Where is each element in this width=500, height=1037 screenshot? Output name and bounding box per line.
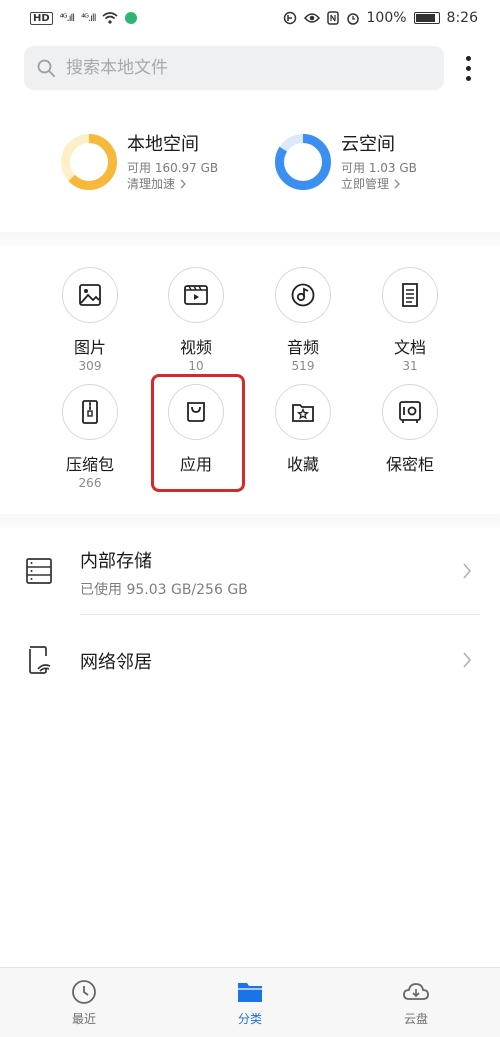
local-storage-available: 可用 160.97 GB — [127, 161, 219, 175]
dot-icon — [465, 75, 471, 81]
tab-label: 云盘 — [403, 1012, 428, 1026]
search-icon — [37, 59, 55, 77]
cloud-storage-available: 可用 1.03 GB — [341, 161, 417, 175]
chevron-right-icon — [463, 652, 472, 668]
video-icon — [184, 285, 208, 305]
cloud-storage-card[interactable]: 云空间 可用 1.03 GB 立即管理 — [274, 132, 417, 192]
category-count: 519 — [291, 359, 315, 373]
signal-icon-2: ⁴ᴳ.ıll — [81, 12, 96, 24]
image-icon — [79, 284, 101, 306]
category-videos[interactable]: 视频 10 — [151, 267, 241, 374]
category-label: 图片 — [73, 338, 106, 357]
archive-icon — [82, 400, 98, 424]
audio-icon — [291, 283, 315, 307]
chevron-right-icon — [180, 179, 186, 189]
cloud-icon — [403, 983, 429, 1000]
more-options-button[interactable] — [458, 50, 478, 86]
local-storage-ring — [61, 134, 117, 190]
category-audio[interactable]: 音频 519 — [258, 267, 348, 374]
wifi-icon — [102, 12, 119, 24]
internal-storage-icon — [26, 558, 52, 584]
network-neighbor-title: 网络邻居 — [80, 652, 152, 673]
list-divider — [80, 614, 480, 615]
category-label: 保密柜 — [385, 455, 434, 474]
status-right: 100% 8:26 — [283, 10, 478, 26]
category-label: 收藏 — [286, 455, 319, 474]
alarm-icon — [346, 13, 359, 25]
battery-icon — [413, 12, 440, 24]
category-count: 31 — [402, 359, 418, 373]
category-grid: 图片 309 视频 10 音频 519 文档 31 压缩包 266 应用 收藏 … — [0, 262, 500, 502]
category-images[interactable]: 图片 309 — [45, 267, 135, 374]
local-storage-title: 本地空间 — [127, 134, 199, 155]
category-count: 10 — [188, 359, 204, 373]
category-icon-circle — [62, 267, 118, 323]
nfc-icon — [326, 11, 339, 25]
internal-storage-usage: 已使用 95.03 GB/256 GB — [80, 582, 248, 598]
network-neighbor-icon — [29, 646, 51, 674]
category-icon-circle — [62, 384, 118, 440]
sync-icon — [283, 11, 296, 25]
clock-time: 8:26 — [446, 10, 478, 26]
category-label: 视频 — [179, 338, 212, 357]
internal-storage-row[interactable]: 内部存储 已使用 95.03 GB/256 GB — [0, 535, 500, 615]
safe-icon — [399, 401, 421, 423]
battery-percent: 100% — [366, 10, 407, 26]
bottom-navigation: 最近 分类 云盘 — [0, 967, 500, 1037]
clock-icon — [72, 980, 96, 1004]
category-label: 文档 — [393, 338, 426, 357]
clean-accelerate-link[interactable]: 清理加速 — [127, 176, 218, 192]
category-icon-circle — [382, 384, 438, 440]
tab-label: 分类 — [237, 1012, 262, 1026]
category-archives[interactable]: 压缩包 266 — [45, 384, 135, 491]
chevron-right-icon — [463, 563, 472, 579]
manage-now-label: 立即管理 — [341, 177, 390, 191]
section-divider — [0, 232, 500, 246]
local-storage-card[interactable]: 本地空间 可用 160.97 GB 清理加速 — [60, 132, 218, 192]
tab-categories[interactable]: 分类 — [210, 978, 290, 1027]
tab-cloud-drive[interactable]: 云盘 — [376, 978, 456, 1027]
favorites-icon — [292, 404, 314, 422]
tab-label: 最近 — [71, 1012, 96, 1026]
status-bar: HD ⁴ᴳ.ıll ⁴ᴳ.ıll 100% 8:26 — [0, 0, 500, 36]
eye-icon — [303, 13, 320, 23]
highlight-annotation-box — [151, 374, 245, 492]
internal-storage-title: 内部存储 — [80, 551, 152, 572]
category-documents[interactable]: 文档 31 — [365, 267, 455, 374]
cloud-storage-ring — [275, 134, 331, 190]
category-icon-circle — [168, 267, 224, 323]
dot-icon — [465, 65, 471, 71]
category-icon-circle — [275, 267, 331, 323]
category-icon-circle — [275, 384, 331, 440]
app-status-icon — [125, 12, 138, 24]
dot-icon — [465, 55, 471, 61]
cloud-storage-title: 云空间 — [341, 134, 395, 155]
category-count: 309 — [78, 359, 102, 373]
tab-recent[interactable]: 最近 — [44, 978, 124, 1027]
search-bar[interactable] — [24, 46, 444, 90]
category-label: 音频 — [286, 338, 319, 357]
category-icon-circle — [382, 267, 438, 323]
folder-icon — [238, 983, 262, 1002]
hd-badge: HD — [30, 11, 53, 25]
search-input[interactable] — [66, 58, 406, 78]
clean-accelerate-label: 清理加速 — [127, 177, 176, 191]
category-safe[interactable]: 保密柜 — [365, 384, 455, 475]
category-count: 266 — [78, 476, 102, 490]
network-neighbor-row[interactable]: 网络邻居 — [0, 630, 500, 690]
category-favorites[interactable]: 收藏 — [258, 384, 348, 475]
category-label: 压缩包 — [65, 455, 114, 474]
status-left: HD ⁴ᴳ.ıll ⁴ᴳ.ıll — [30, 11, 138, 25]
chevron-right-icon — [394, 179, 400, 189]
document-icon — [402, 283, 418, 307]
manage-now-link[interactable]: 立即管理 — [341, 176, 417, 192]
section-divider — [0, 514, 500, 528]
signal-icon: ⁴ᴳ.ıll — [59, 12, 75, 24]
